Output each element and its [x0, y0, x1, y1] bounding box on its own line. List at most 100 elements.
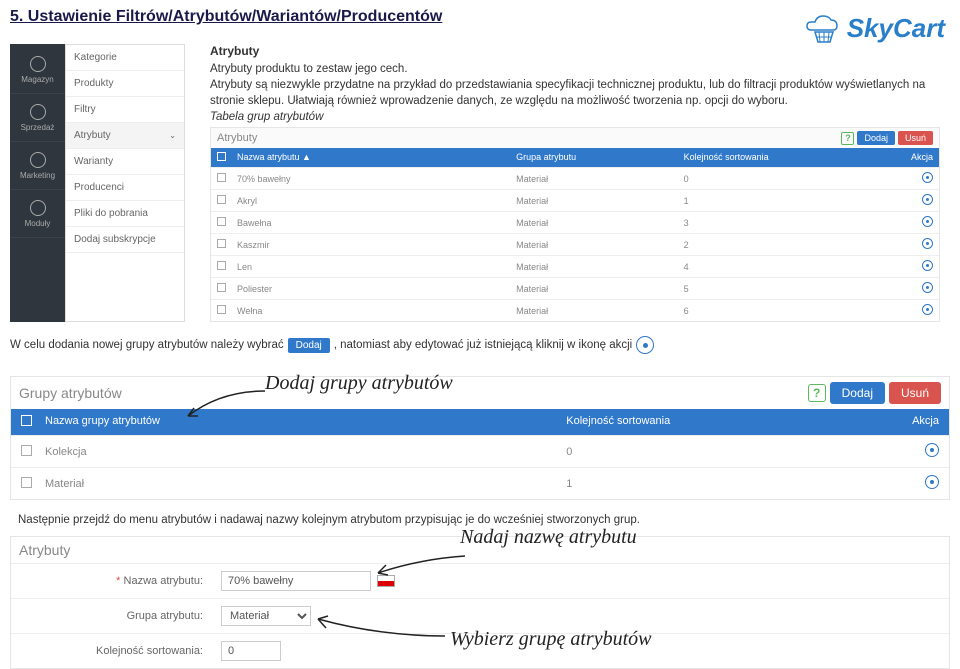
groups-table: Grupy atrybutów ? Dodaj Usuń Nazwa grupy…: [10, 376, 950, 500]
form-row-name: * Nazwa atrybutu:: [11, 563, 949, 598]
gear-icon[interactable]: [922, 260, 933, 271]
submenu-label: Pliki do pobrania: [74, 208, 148, 219]
cell-sort: 0: [566, 446, 879, 458]
name-input[interactable]: [221, 571, 371, 591]
header-sort[interactable]: Kolejność sortowania: [684, 152, 893, 163]
form-label: Grupa atrybutu:: [21, 610, 221, 622]
header-name[interactable]: Nazwa atrybutu ▲: [237, 152, 516, 163]
table-row: Wełna Materiał 6: [211, 299, 939, 321]
help-icon[interactable]: ?: [841, 132, 854, 145]
gear-icon[interactable]: [922, 238, 933, 249]
section-heading: Atrybuty: [210, 44, 940, 58]
submenu-producenci[interactable]: Producenci: [66, 175, 184, 201]
section-body: Atrybuty są niezwykle przydatne na przyk…: [210, 77, 940, 109]
cell-group: Materiał: [516, 196, 683, 206]
table-row: Kaszmir Materiał 2: [211, 233, 939, 255]
annotation-add-groups: Dodaj grupy atrybutów: [265, 372, 453, 395]
submenu-produkty[interactable]: Produkty: [66, 71, 184, 97]
marketing-icon: [30, 152, 46, 168]
checkbox[interactable]: [217, 239, 226, 248]
gear-icon[interactable]: [925, 443, 939, 457]
cell-sort: 0: [684, 174, 893, 184]
next-text: Następnie przejdź do menu atrybutów i na…: [18, 514, 950, 526]
cell-sort: 2: [684, 240, 893, 250]
cell-group: Materiał: [516, 174, 683, 184]
checkbox-all[interactable]: [217, 152, 226, 161]
submenu-pliki[interactable]: Pliki do pobrania: [66, 201, 184, 227]
modules-icon: [30, 200, 46, 216]
checkbox[interactable]: [217, 217, 226, 226]
cell-sort: 5: [684, 284, 893, 294]
gear-icon[interactable]: [922, 304, 933, 315]
header-action: Akcja: [893, 152, 933, 163]
cell-groupname: Kolekcja: [45, 446, 566, 458]
group-select[interactable]: Materiał: [221, 606, 311, 626]
checkbox-all[interactable]: [21, 415, 32, 426]
checkbox[interactable]: [21, 477, 32, 488]
add-button[interactable]: Dodaj: [830, 382, 885, 404]
groups-header: Nazwa grupy atrybutów Kolejność sortowan…: [11, 409, 949, 435]
cell-name: Bawełna: [237, 218, 516, 228]
table-row: Akryl Materiał 1: [211, 189, 939, 211]
table-header: Nazwa atrybutu ▲ Grupa atrybutu Kolejnoś…: [211, 148, 939, 167]
checkbox[interactable]: [217, 305, 226, 314]
help-icon[interactable]: ?: [808, 384, 826, 402]
header-sort[interactable]: Kolejność sortowania: [566, 415, 879, 429]
checkbox[interactable]: [217, 283, 226, 292]
action-gear-icon[interactable]: [636, 336, 654, 354]
add-button[interactable]: Dodaj: [857, 131, 895, 145]
groups-title: Grupy atrybutów: [19, 385, 122, 401]
sidebar-label: Marketing: [20, 171, 55, 180]
sidebar-item-moduly[interactable]: Moduły: [10, 190, 65, 238]
sidebar-item-marketing[interactable]: Marketing: [10, 142, 65, 190]
add-button-inline[interactable]: Dodaj: [288, 338, 330, 353]
checkbox[interactable]: [21, 445, 32, 456]
gear-icon[interactable]: [922, 282, 933, 293]
delete-button[interactable]: Usuń: [889, 382, 941, 404]
form-label: Kolejność sortowania:: [21, 645, 221, 657]
cell-group: Materiał: [516, 262, 683, 272]
caption-line: W celu dodania nowej grupy atrybutów nal…: [10, 336, 950, 354]
gear-icon[interactable]: [922, 194, 933, 205]
cell-group: Materiał: [516, 240, 683, 250]
attr-title: Atrybuty: [217, 132, 257, 144]
submenu-kategorie[interactable]: Kategorie: [66, 45, 184, 71]
sidebar-label: Magazyn: [21, 75, 53, 84]
gear-icon[interactable]: [925, 475, 939, 489]
submenu-label: Filtry: [74, 104, 96, 115]
sidebar: Magazyn Sprzedaż Marketing Moduły: [10, 44, 65, 322]
gear-icon[interactable]: [922, 216, 933, 227]
checkbox[interactable]: [217, 195, 226, 204]
checkbox[interactable]: [217, 261, 226, 270]
cell-groupname: Materiał: [45, 478, 566, 490]
cell-name: Len: [237, 262, 516, 272]
caption-text-1: W celu dodania nowej grupy atrybutów nal…: [10, 339, 284, 351]
table-row: Kolekcja 0: [11, 435, 949, 467]
cell-name: Poliester: [237, 284, 516, 294]
sidebar-item-sprzedaz[interactable]: Sprzedaż: [10, 94, 65, 142]
table-row: Len Materiał 4: [211, 255, 939, 277]
checkbox[interactable]: [217, 173, 226, 182]
flag-pl-icon[interactable]: [377, 575, 395, 587]
logo-icon: [805, 14, 841, 44]
gear-icon[interactable]: [922, 172, 933, 183]
header-action: Akcja: [879, 415, 939, 429]
submenu-atrybuty[interactable]: Atrybuty⌄: [66, 123, 184, 149]
header-groupname[interactable]: Nazwa grupy atrybutów: [45, 415, 566, 429]
cell-sort: 1: [684, 196, 893, 206]
submenu-label: Produkty: [74, 78, 113, 89]
submenu-filtry[interactable]: Filtry: [66, 97, 184, 123]
submenu-subskrypcje[interactable]: Dodaj subskrypcje: [66, 227, 184, 253]
sort-input[interactable]: [221, 641, 281, 661]
groups-section: Dodaj grupy atrybutów Grupy atrybutów ? …: [10, 376, 950, 500]
table-caption: Tabela grup atrybutów: [210, 111, 940, 123]
table-row: Poliester Materiał 5: [211, 277, 939, 299]
submenu-warianty[interactable]: Warianty: [66, 149, 184, 175]
sidebar-item-magazyn[interactable]: Magazyn: [10, 46, 65, 94]
table-row: Bawełna Materiał 3: [211, 211, 939, 233]
header-group[interactable]: Grupa atrybutu: [516, 152, 683, 163]
cell-group: Materiał: [516, 306, 683, 316]
warehouse-icon: [30, 56, 46, 72]
delete-button[interactable]: Usuń: [898, 131, 933, 145]
section-body-line1: Atrybuty produktu to zestaw jego cech.: [210, 61, 940, 77]
